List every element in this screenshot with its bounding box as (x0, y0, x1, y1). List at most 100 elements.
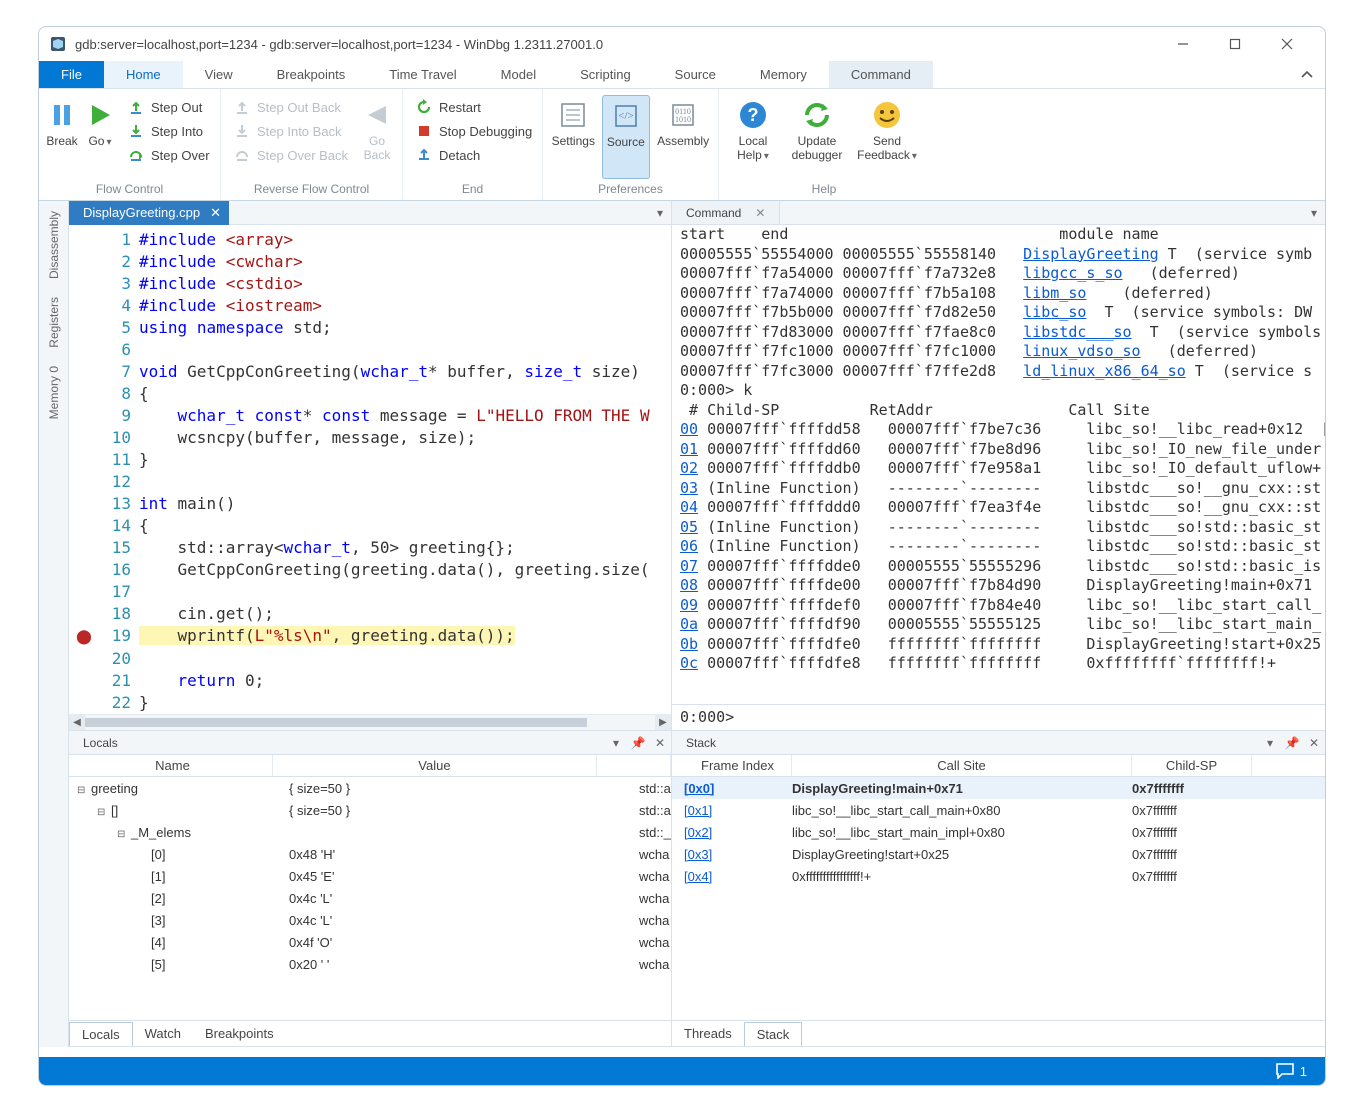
feedback-statusbar-button[interactable]: 1 (1276, 1063, 1307, 1079)
module-link[interactable]: libgcc_s_so (1023, 264, 1122, 282)
stack-row[interactable]: [0x3]DisplayGreeting!start+0x250x7ffffff… (672, 843, 1325, 865)
command-input[interactable]: 0:000> (672, 704, 1325, 730)
source-line[interactable]: 11} (69, 449, 671, 471)
sidetab-registers[interactable]: Registers (45, 293, 63, 352)
source-line[interactable]: 9 wchar_t const* const message = L"HELLO… (69, 405, 671, 427)
close-icon[interactable]: ✕ (649, 736, 671, 750)
bottom-tab-locals[interactable]: Locals (69, 1022, 133, 1046)
menu-view[interactable]: View (183, 61, 255, 88)
breakpoint-icon[interactable]: ⬤ (76, 629, 92, 645)
stop-debugging-button[interactable]: Stop Debugging (409, 119, 538, 143)
module-link[interactable]: libc_so (1023, 303, 1086, 321)
source-line[interactable]: 5using namespace std; (69, 317, 671, 339)
source-line[interactable]: 13int main() (69, 493, 671, 515)
expander-icon[interactable]: ⊟ (77, 785, 91, 796)
settings-button[interactable]: Settings (549, 95, 598, 179)
local-help-button[interactable]: ? Local Help (725, 95, 781, 179)
menu-memory[interactable]: Memory (738, 61, 829, 88)
module-link[interactable]: linux_vdso_so (1023, 342, 1140, 360)
command-output[interactable]: start end module name 00005555`55554000 … (672, 225, 1325, 704)
minimize-button[interactable] (1171, 32, 1195, 56)
expander-icon[interactable]: ⊟ (117, 829, 131, 840)
source-line[interactable]: ⬤19 wprintf(L"%ls\n", greeting.data()); (69, 625, 671, 648)
sidetab-memory-0[interactable]: Memory 0 (45, 362, 63, 423)
step-into-button[interactable]: Step Into (121, 119, 216, 143)
command-tab[interactable]: Command ✕ (672, 201, 780, 224)
pin-icon[interactable]: 📌 (1281, 736, 1303, 750)
frame-link[interactable]: 09 (680, 596, 698, 614)
stack-row[interactable]: [0x2]libc_so!__libc_start_main_impl+0x80… (672, 821, 1325, 843)
source-line[interactable]: 20 (69, 648, 671, 670)
sidetab-disassembly[interactable]: Disassembly (45, 207, 63, 283)
close-icon[interactable]: ✕ (210, 205, 221, 221)
ribbon-collapse-button[interactable] (1289, 61, 1325, 88)
bottom-tab-breakpoints[interactable]: Breakpoints (193, 1022, 286, 1045)
detach-button[interactable]: Detach (409, 143, 538, 167)
close-icon[interactable]: ✕ (1303, 736, 1325, 750)
locals-row[interactable]: [4]0x4f 'O'wcha (69, 931, 671, 953)
locals-row[interactable]: [0]0x48 'H'wcha (69, 843, 671, 865)
send-feedback-button[interactable]: Send Feedback (853, 95, 921, 179)
frame-link[interactable]: 00 (680, 420, 698, 438)
step-out-button[interactable]: Step Out (121, 95, 216, 119)
menu-command[interactable]: Command (829, 61, 933, 88)
source-editor[interactable]: 1#include <array>2#include <cwchar>3#inc… (69, 225, 671, 730)
step-over-button[interactable]: Step Over (121, 143, 216, 167)
source-line[interactable]: 15 std::array<wchar_t, 50> greeting{}; (69, 537, 671, 559)
source-line[interactable]: 2#include <cwchar> (69, 251, 671, 273)
restart-button[interactable]: Restart (409, 95, 538, 119)
bottom-tab-threads[interactable]: Threads (672, 1022, 744, 1045)
break-button[interactable]: Break (45, 95, 79, 179)
frame-link[interactable]: 0a (680, 615, 698, 633)
module-link[interactable]: DisplayGreeting (1023, 245, 1158, 263)
locals-row[interactable]: [2]0x4c 'L'wcha (69, 887, 671, 909)
frame-link[interactable]: 04 (680, 498, 698, 516)
frame-link[interactable]: 07 (680, 557, 698, 575)
module-link[interactable]: ld_linux_x86_64_so (1023, 362, 1186, 380)
close-icon[interactable]: ✕ (755, 206, 765, 220)
source-tab[interactable]: DisplayGreeting.cpp ✕ (69, 201, 229, 225)
locals-row[interactable]: ⊟greeting{ size=50 }std::a (69, 777, 671, 799)
pane-menu-icon[interactable]: ▾ (649, 206, 671, 220)
expander-icon[interactable]: ⊟ (97, 807, 111, 818)
source-line[interactable]: 8{ (69, 383, 671, 405)
source-line[interactable]: 14{ (69, 515, 671, 537)
source-line[interactable]: 3#include <cstdio> (69, 273, 671, 295)
locals-row[interactable]: [1]0x45 'E'wcha (69, 865, 671, 887)
locals-row[interactable]: [3]0x4c 'L'wcha (69, 909, 671, 931)
source-line[interactable]: 12 (69, 471, 671, 493)
source-line[interactable]: 21 return 0; (69, 670, 671, 692)
h-scrollbar[interactable]: ◀▶ (69, 714, 671, 730)
source-line[interactable]: 16 GetCppConGreeting(greeting.data(), gr… (69, 559, 671, 581)
frame-link[interactable]: 0c (680, 654, 698, 672)
source-line[interactable]: 7void GetCppConGreeting(wchar_t* buffer,… (69, 361, 671, 383)
source-line[interactable]: 18 cin.get(); (69, 603, 671, 625)
frame-index-link[interactable]: [0x1] (684, 803, 712, 818)
frame-link[interactable]: 06 (680, 537, 698, 555)
locals-row[interactable]: ⊟_M_elemsstd::_ (69, 821, 671, 843)
frame-link[interactable]: 01 (680, 440, 698, 458)
frame-link[interactable]: 0b (680, 635, 698, 653)
maximize-button[interactable] (1223, 32, 1247, 56)
pin-icon[interactable]: 📌 (627, 736, 649, 750)
menu-source[interactable]: Source (653, 61, 738, 88)
frame-link[interactable]: 05 (680, 518, 698, 536)
source-pref-button[interactable]: </> Source (602, 95, 651, 179)
assembly-pref-button[interactable]: 01101010 Assembly (654, 95, 712, 179)
frame-index-link[interactable]: [0x2] (684, 825, 712, 840)
stack-row[interactable]: [0x0]DisplayGreeting!main+0x710x7fffffff (672, 777, 1325, 799)
source-line[interactable]: 6 (69, 339, 671, 361)
menu-breakpoints[interactable]: Breakpoints (255, 61, 368, 88)
frame-link[interactable]: 03 (680, 479, 698, 497)
stack-row[interactable]: [0x4]0xffffffffffffffff!+0x7fffffff (672, 865, 1325, 887)
locals-table[interactable]: ⊟greeting{ size=50 }std::a⊟[]{ size=50 }… (69, 777, 671, 1020)
go-button[interactable]: Go (83, 95, 117, 179)
close-button[interactable] (1275, 32, 1299, 56)
menu-time-travel[interactable]: Time Travel (367, 61, 478, 88)
stack-table[interactable]: [0x0]DisplayGreeting!main+0x710x7fffffff… (672, 777, 1325, 1020)
frame-link[interactable]: 02 (680, 459, 698, 477)
frame-link[interactable]: 08 (680, 576, 698, 594)
source-line[interactable]: 17 (69, 581, 671, 603)
source-line[interactable]: 4#include <iostream> (69, 295, 671, 317)
frame-index-link[interactable]: [0x0] (684, 781, 714, 796)
